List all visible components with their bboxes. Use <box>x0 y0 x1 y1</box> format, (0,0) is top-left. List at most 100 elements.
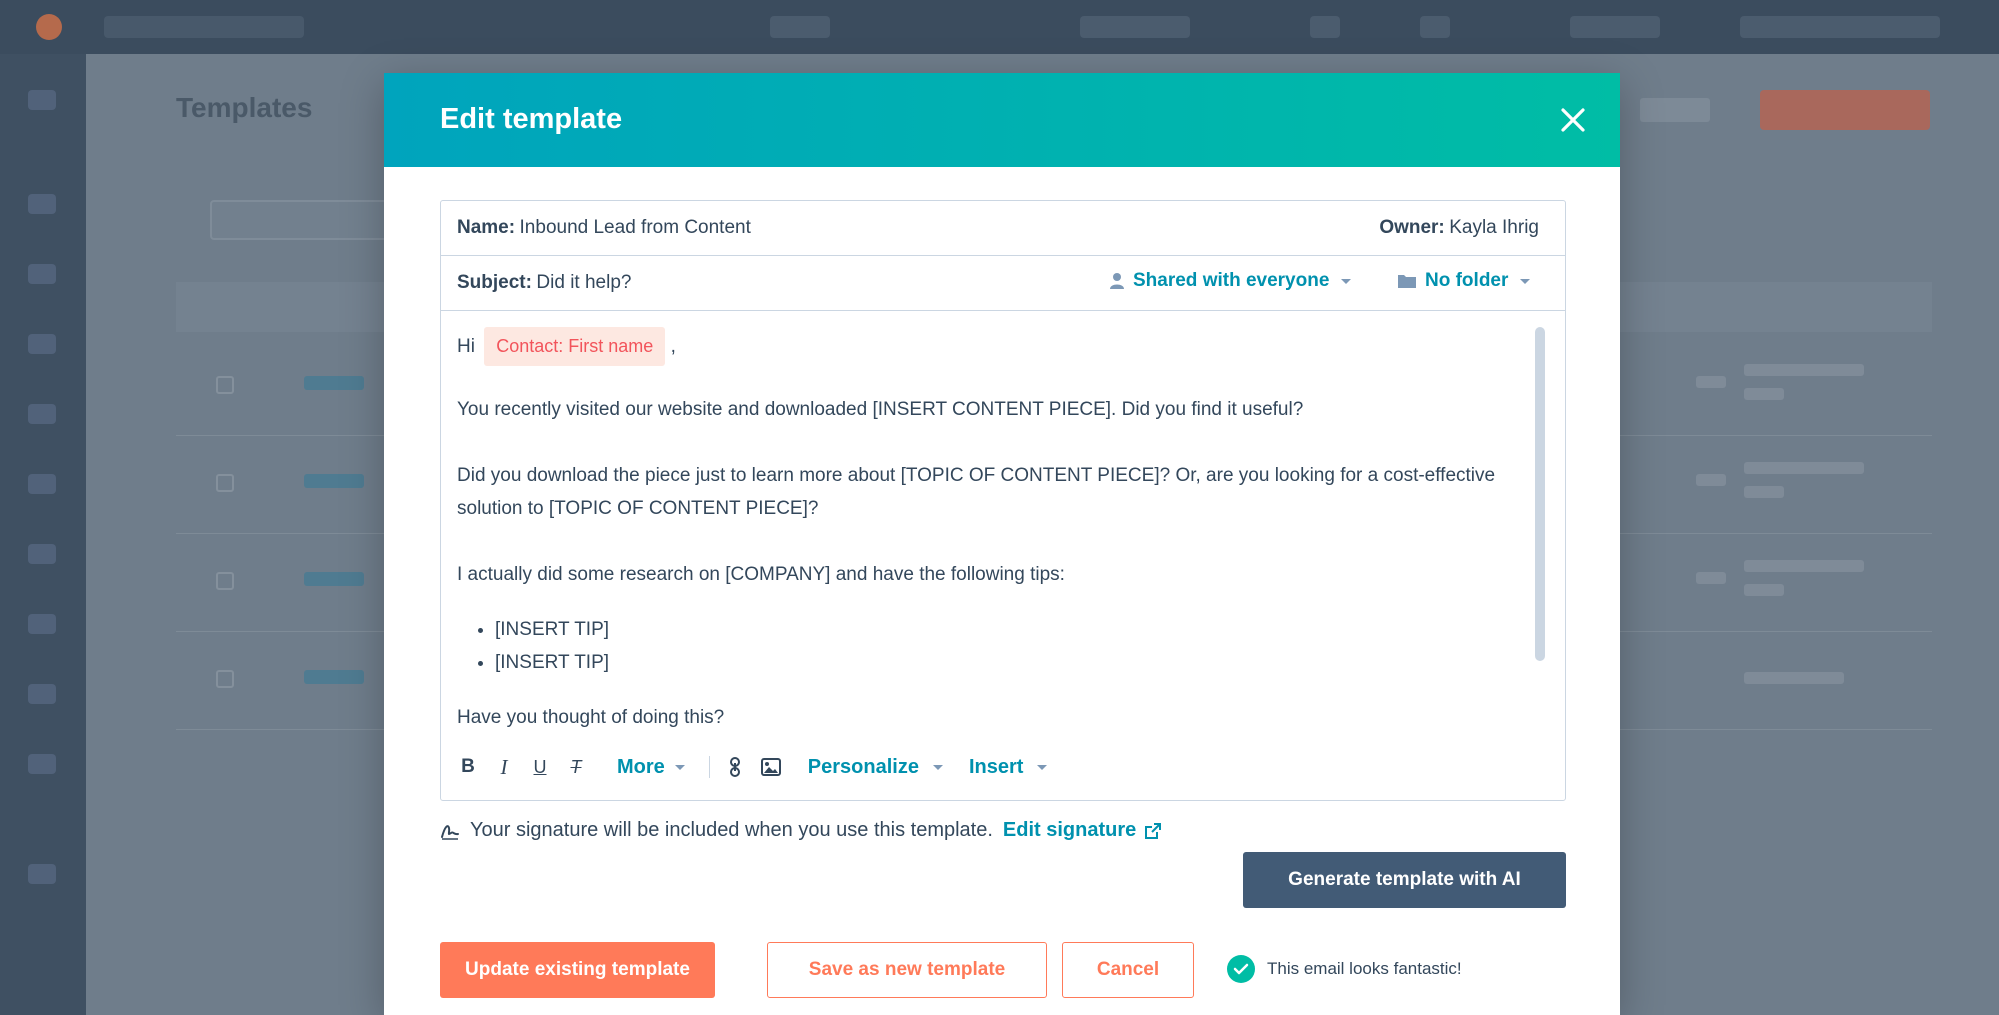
underline-button[interactable]: U <box>529 756 551 778</box>
owner-value: Kayla Ihrig <box>1449 217 1539 238</box>
generate-template-ai-button[interactable]: Generate template with AI <box>1243 852 1566 908</box>
edit-signature-link[interactable]: Edit signature <box>1003 819 1162 842</box>
chevron-down-icon <box>1341 278 1352 284</box>
modal-header: Edit template <box>384 73 1620 167</box>
image-icon <box>760 758 781 776</box>
folder-dropdown[interactable]: No folder <box>1397 270 1531 292</box>
subject-field[interactable]: Subject: Did it help? <box>457 272 631 294</box>
owner-label: Owner: <box>1379 217 1445 238</box>
user-icon <box>1110 273 1124 289</box>
sidebar-icon <box>28 754 56 774</box>
chevron-down-icon <box>674 764 685 770</box>
list-item: [INSERT TIP] <box>495 646 609 679</box>
greeting-line: Hi Contact: First name , <box>457 327 1527 366</box>
background-page-title: Templates <box>176 92 313 123</box>
row-cell <box>1744 388 1784 400</box>
left-sidebar <box>0 54 86 1015</box>
topbar-item <box>1310 16 1340 38</box>
topbar-item <box>1740 16 1940 38</box>
chevron-down-icon <box>932 764 943 770</box>
sharing-dropdown[interactable]: Shared with everyone <box>1109 270 1352 292</box>
sidebar-icon <box>28 90 56 110</box>
topbar-item <box>1570 16 1660 38</box>
row-cell <box>1696 572 1726 584</box>
status-text: This email looks fantastic! <box>1267 959 1462 978</box>
row-checkbox <box>216 474 234 492</box>
body-paragraph-3: I actually did some research on [COMPANY… <box>457 564 1065 585</box>
formatting-toolbar: B I U T More Personalize Insert <box>457 751 1048 783</box>
row-checkbox <box>216 670 234 688</box>
sidebar-icon <box>28 264 56 284</box>
sidebar-icon <box>28 614 56 634</box>
folder-label: No folder <box>1425 270 1509 291</box>
body-paragraph-4: Have you thought of doing this? <box>457 707 725 728</box>
toolbar-divider <box>708 756 710 778</box>
edit-signature-label: Edit signature <box>1002 819 1137 841</box>
insert-dropdown[interactable]: Insert <box>969 756 1048 779</box>
external-link-icon <box>1145 822 1162 839</box>
modal-title: Edit template <box>440 103 623 135</box>
background-button <box>1640 98 1710 122</box>
personalization-token[interactable]: Contact: First name <box>484 327 666 366</box>
row-checkbox <box>216 376 234 394</box>
greeting-comma: , <box>670 336 676 357</box>
name-field[interactable]: Name: Inbound Lead from Content <box>457 217 751 239</box>
image-button[interactable] <box>760 756 782 778</box>
subject-row: Subject: Did it help? Shared with everyo… <box>441 256 1565 311</box>
row-cell <box>1744 364 1864 376</box>
bold-icon: B <box>461 756 475 777</box>
name-value[interactable]: Inbound Lead from Content <box>520 217 751 238</box>
link-icon <box>729 757 740 777</box>
more-dropdown[interactable]: More <box>617 756 685 779</box>
clear-format-button[interactable]: T <box>565 756 587 778</box>
italic-icon: I <box>500 754 508 779</box>
row-cell <box>1744 486 1784 498</box>
list-item: [INSERT TIP] <box>495 613 609 646</box>
save-as-new-template-button[interactable]: Save as new template <box>767 942 1047 998</box>
close-button[interactable] <box>1556 103 1590 137</box>
personalize-dropdown[interactable]: Personalize <box>808 756 943 779</box>
topbar-item <box>1080 16 1190 38</box>
row-link <box>304 474 364 488</box>
subject-value[interactable]: Did it help? <box>536 272 631 293</box>
sharing-label: Shared with everyone <box>1133 270 1330 291</box>
more-label: More <box>617 755 665 778</box>
personalize-label: Personalize <box>807 755 919 778</box>
chevron-down-icon <box>1037 764 1048 770</box>
sidebar-icon <box>28 474 56 494</box>
link-button[interactable] <box>724 756 746 778</box>
row-cell <box>1744 672 1844 684</box>
success-check-icon <box>1227 955 1255 983</box>
row-cell <box>1696 474 1726 486</box>
background-create-button <box>1760 90 1930 130</box>
email-body[interactable]: Hi Contact: First name , You recently vi… <box>441 311 1565 731</box>
chevron-down-icon <box>1520 278 1531 284</box>
italic-button[interactable]: I <box>493 754 515 779</box>
name-row: Name: Inbound Lead from Content Owner: K… <box>441 201 1565 256</box>
sidebar-icon <box>28 334 56 354</box>
bold-button[interactable]: B <box>457 756 479 778</box>
sidebar-icon <box>28 684 56 704</box>
sidebar-icon <box>28 544 56 564</box>
update-existing-template-button[interactable]: Update existing template <box>440 942 715 998</box>
topbar-item <box>1420 16 1450 38</box>
tips-list: [INSERT TIP] [INSERT TIP] <box>495 613 609 679</box>
template-editor: Name: Inbound Lead from Content Owner: K… <box>440 200 1566 801</box>
topbar-item <box>770 16 830 38</box>
clear-format-icon: T <box>570 756 582 777</box>
body-paragraph-2: Did you download the piece just to learn… <box>457 465 1496 519</box>
editor-scrollbar[interactable] <box>1535 327 1545 661</box>
greeting-text: Hi <box>457 336 475 357</box>
email-status: This email looks fantastic! <box>1227 955 1462 983</box>
row-link <box>304 376 364 390</box>
folder-icon <box>1398 275 1416 288</box>
signature-text: Your signature will be included when you… <box>470 819 993 841</box>
close-icon <box>1561 108 1585 132</box>
row-checkbox <box>216 572 234 590</box>
signature-row: Your signature will be included when you… <box>440 819 1162 842</box>
row-link <box>304 572 364 586</box>
sidebar-icon <box>28 194 56 214</box>
body-paragraph-1: You recently visited our website and dow… <box>457 399 1304 420</box>
cancel-button[interactable]: Cancel <box>1062 942 1194 998</box>
row-cell <box>1696 376 1726 388</box>
